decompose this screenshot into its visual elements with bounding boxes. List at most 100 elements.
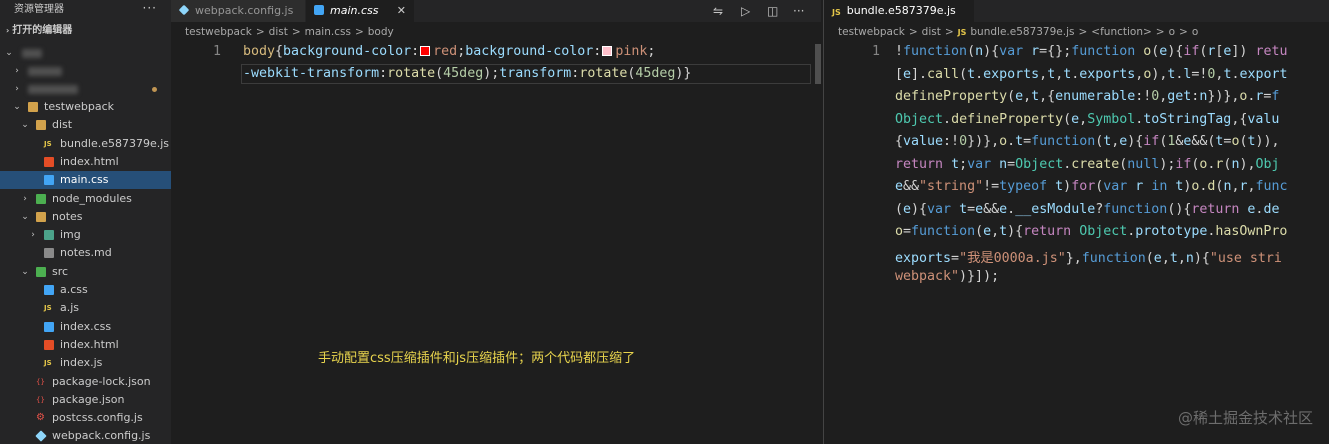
tree-item[interactable]: {} package.json [0,391,171,409]
code-token: var [1103,179,1128,194]
color-swatch[interactable] [602,46,613,56]
code-token: function [903,44,968,59]
tree-item[interactable]: JS a.js [0,299,171,317]
breadcrumb-item[interactable]: testwebpack [185,26,252,38]
breadcrumb-separator: > [291,26,301,38]
tree-item[interactable]: ⌄ dist [0,116,171,134]
tree-item[interactable]: index.css [0,318,171,336]
code-token: ! [895,44,904,59]
tab-bundle-js[interactable]: JS bundle.e587379e.js [824,0,974,22]
code-token: exports [895,250,952,266]
code-token: valu [1247,111,1280,127]
folder-icon [36,211,46,222]
run-icon[interactable]: ▷ [741,0,750,22]
breadcrumb-item[interactable]: o [1192,26,1198,38]
tree-item[interactable]: ⌄ testwebpack [0,98,171,116]
blurred-folder-row[interactable]: › [0,80,171,98]
code-token: (){ [1167,201,1192,217]
blurred-name [28,67,62,76]
more-actions-icon[interactable]: ··· [793,0,804,22]
code-token: if [1175,156,1192,172]
tree-item[interactable]: JS bundle.e587379e.js [0,135,171,153]
code-line-2[interactable]: -webkit-transform:rotate(45deg);transfor… [243,66,691,81]
code-line[interactable]: !function(n){var r={};function o(e){if(r… [895,44,1325,59]
tree-item[interactable]: webpack.config.js [0,427,171,444]
code-line[interactable]: exports="我是0000a.js"},function(e,t,n){"u… [895,247,1325,266]
code-line[interactable]: return t;var n=Object.create(null);if(o.… [895,157,1325,172]
code-token: e [895,179,904,194]
markdown-file-icon [44,248,54,259]
tree-item[interactable]: index.html [0,153,171,171]
js-file-icon: JS [44,139,52,148]
tab-main-css[interactable]: main.css ✕ [306,0,414,22]
blurred-folder-row[interactable]: › [0,62,171,80]
code-line[interactable]: e&&"string"!=typeof t)for(var r in t)o.d… [895,179,1325,194]
code-line[interactable]: {value:!0})},o.t=function(t,e){if(1&e&&(… [895,134,1325,149]
code-token: function [1103,201,1168,217]
more-actions-icon[interactable]: ··· [143,0,157,18]
breadcrumb-item[interactable]: dist [269,26,288,38]
tree-item[interactable]: main.css [0,171,171,190]
chevron-right-icon: › [15,66,19,76]
tree-item[interactable]: JS index.js [0,354,171,372]
image-folder-icon [44,230,54,241]
tree-item[interactable]: ⚙ postcss.config.js [0,409,171,427]
code-token: })}, [967,134,1000,149]
code-line[interactable]: [e].call(t.exports,t,t.exports,o),t.l=!0… [895,67,1325,82]
folder-icon [28,102,38,112]
css-file-icon [44,321,54,332]
code-token: return [1191,201,1240,217]
code-token: value [903,134,944,149]
code-token: typeof [999,179,1048,194]
editor-group-left: webpack.config.js main.css ✕ ⇋ ▷ ◫ ··· t… [171,0,821,444]
code-line[interactable]: webpack")}]); [895,269,1325,284]
breadcrumb-item[interactable]: bundle.e587379e.js [970,26,1074,38]
code-token: de [1263,201,1280,217]
breadcrumb-item[interactable]: dist [922,26,941,38]
code-line[interactable]: Object.defineProperty(e,Symbol.toStringT… [895,112,1325,127]
close-icon[interactable]: ✕ [397,0,406,22]
code-line[interactable]: defineProperty(e,t,{enumerable:!0,get:n}… [895,89,1325,104]
tab-webpack-config[interactable]: webpack.config.js [171,0,305,22]
js-file-icon: JS [44,359,52,368]
tree-item-label: src [52,264,69,278]
git-compare-icon[interactable]: ⇋ [713,0,723,22]
vertical-scrollbar[interactable] [815,44,821,84]
breadcrumb-item[interactable]: JS [958,28,967,37]
breadcrumb: testwebpack > dist > JS bundle.e587379e.js > <f… [824,22,1329,42]
code-line[interactable]: o=function(e,t){return Object.prototype.… [895,224,1325,239]
code-token: ); [1159,156,1176,172]
code-token: : [379,66,388,81]
code-token: t [1047,66,1056,82]
breadcrumb-item[interactable]: o [1169,26,1175,38]
breadcrumb-item[interactable]: body [368,26,394,38]
code-token: && [983,201,1000,217]
breadcrumb-item[interactable]: <function> [1091,26,1152,38]
code-token: = [903,224,912,239]
config-file-icon: ⚙ [36,412,45,424]
tree-item[interactable]: ⌄ notes [0,208,171,226]
code-line-1[interactable]: body{background-color: red;background-col… [243,44,655,59]
breadcrumb-item[interactable]: testwebpack [838,26,905,38]
code-token: ){ [983,44,1000,59]
code-line[interactable]: (e){var t=e&&e.__esModule?function(){ret… [895,202,1325,217]
code-token: e [975,201,984,217]
open-editors-section[interactable]: › 打开的编辑器 [0,20,171,42]
tree-item[interactable]: › img [0,226,171,244]
code-token: Object [1079,224,1128,239]
tree-item[interactable]: a.css [0,281,171,299]
tree-item[interactable]: {} package-lock.json [0,373,171,391]
explorer-sidebar: 资源管理器 ··· › 打开的编辑器 ⌄ › › ⌄ testwebpack ⌄ dis… [0,0,171,444]
tree-item[interactable]: ⌄ src [0,263,171,281]
color-swatch[interactable] [420,46,431,56]
code-token: defineProperty [951,111,1064,127]
tree-item[interactable]: index.html [0,336,171,354]
split-editor-icon[interactable]: ◫ [767,0,778,22]
breadcrumb-item[interactable]: main.css [305,26,351,38]
workspace-root-row[interactable]: ⌄ [0,44,171,62]
html-file-icon [44,339,54,350]
tree-item[interactable]: › node_modules [0,190,171,208]
css-file-icon [314,5,324,15]
tree-item[interactable]: notes.md [0,244,171,262]
